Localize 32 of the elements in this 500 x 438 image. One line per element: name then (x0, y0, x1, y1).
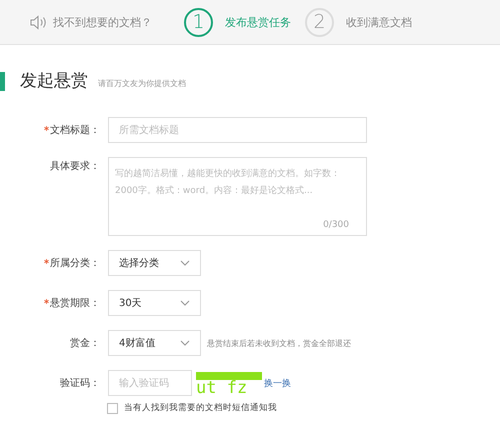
dropdown[interactable]: 30天 (108, 290, 201, 316)
step-number: 2 (305, 8, 334, 36)
chevron-down-icon (180, 340, 190, 346)
accent-bar (0, 72, 5, 91)
refresh-link[interactable]: 换一换 (264, 376, 291, 390)
speaker-icon (30, 14, 47, 30)
notice-text: 找不到想要的文档？ (53, 14, 152, 30)
field-label: 赏金： (70, 336, 100, 350)
captcha-input[interactable]: 输入验证码 (108, 370, 192, 396)
checkbox-label: 当有人找到我需要的文档时短信通知我 (124, 402, 277, 414)
captcha-image: ut fz (196, 372, 262, 394)
step-label: 发布悬赏任务 (225, 14, 291, 30)
dropdown[interactable]: 选择分类 (108, 250, 201, 276)
checkbox[interactable] (107, 402, 118, 414)
character-counter: 0/300 (323, 220, 349, 230)
field-label: 验证码： (60, 377, 100, 390)
hint-text: 悬赏结束后若未收到文档，赏金全部退还 (207, 338, 351, 348)
required-icon (44, 126, 49, 130)
required-icon (44, 298, 49, 304)
required-icon (44, 258, 49, 264)
field-label: 悬赏期限： (50, 296, 100, 310)
field-label: 具体要求： (50, 160, 100, 173)
title-input[interactable]: 所需文档标题 (108, 117, 367, 143)
chevron-down-icon (180, 300, 190, 306)
field-label: 文档标题： (50, 124, 100, 137)
field-label: 所属分类： (50, 256, 100, 270)
section-title: 发起悬赏 (20, 71, 88, 91)
step-number: 1 (184, 8, 213, 36)
dropdown[interactable]: 4财富值 (108, 330, 201, 356)
chevron-down-icon (180, 260, 190, 266)
section-subtitle: 请百万文友为你提供文档 (98, 78, 186, 89)
step-label: 收到满意文档 (346, 14, 412, 30)
